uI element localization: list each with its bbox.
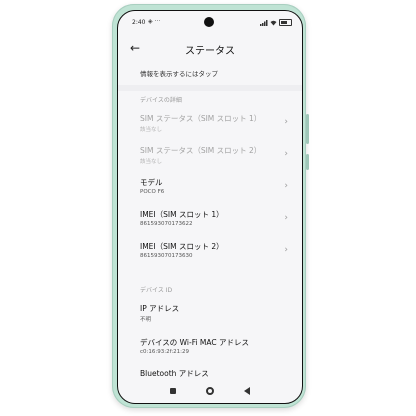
chevron-right-icon: ›: [284, 117, 288, 127]
row-value: 該当なし: [140, 127, 163, 133]
wifi-icon: [270, 20, 277, 25]
row-label: SIM ステータス（SIM スロット 1）: [140, 114, 262, 123]
battery-icon: [279, 19, 292, 26]
row-value: 該当なし: [140, 159, 163, 165]
row-label: モデル: [140, 178, 163, 187]
chevron-right-icon: ›: [284, 245, 288, 255]
row-model[interactable]: モデル POCO F6 ›: [140, 177, 288, 205]
page-title: ステータス: [185, 46, 235, 57]
header: ← ステータス: [118, 39, 302, 61]
navigation-bar: [118, 379, 302, 403]
status-icons: [260, 19, 292, 26]
hint-text: 情報を表示するにはタップ: [140, 70, 218, 78]
row-imei-2[interactable]: IMEI（SIM スロット 2） 861593070173630 ›: [140, 241, 288, 269]
row-label: Bluetooth アドレス: [140, 369, 209, 378]
section-device-details: デバイスの詳細: [140, 97, 182, 104]
row-wifi-mac[interactable]: デバイスの Wi-Fi MAC アドレス c0:16:93:2f:21:29: [140, 337, 288, 365]
row-label: IMEI（SIM スロット 1）: [140, 210, 224, 219]
row-imei-1[interactable]: IMEI（SIM スロット 1） 861593070173622 ›: [140, 209, 288, 237]
screen: 2:40 ◈ ··· ← ステータス 情報を表示するにはタップ デバイスの詳細 …: [117, 10, 303, 404]
row-label: IP アドレス: [140, 304, 180, 313]
status-time: 2:40: [132, 19, 146, 26]
row-sim-status-1[interactable]: SIM ステータス（SIM スロット 1） 該当なし ›: [140, 113, 288, 141]
power-button: [306, 154, 309, 170]
chevron-right-icon: ›: [284, 213, 288, 223]
notification-icons: ◈ ···: [148, 18, 161, 25]
row-label: デバイスの Wi-Fi MAC アドレス: [140, 338, 250, 347]
signal-icon: [260, 19, 268, 26]
row-value: c0:16:93:2f:21:29: [140, 349, 190, 355]
front-camera: [204, 17, 214, 27]
volume-button: [306, 114, 309, 144]
row-value: 861593070173622: [140, 221, 193, 227]
chevron-right-icon: ›: [284, 149, 288, 159]
phone-frame: 2:40 ◈ ··· ← ステータス 情報を表示するにはタップ デバイスの詳細 …: [112, 4, 309, 408]
back-triangle-icon[interactable]: [244, 387, 250, 395]
chevron-right-icon: ›: [284, 181, 288, 191]
home-icon[interactable]: [206, 387, 214, 395]
row-value: POCO F6: [140, 189, 165, 195]
section-divider: [118, 85, 302, 91]
row-sim-status-2[interactable]: SIM ステータス（SIM スロット 2） 該当なし ›: [140, 145, 288, 173]
row-value: 不明: [140, 317, 152, 323]
row-label: SIM ステータス（SIM スロット 2）: [140, 146, 262, 155]
status-bar: 2:40 ◈ ···: [118, 11, 302, 31]
row-label: IMEI（SIM スロット 2）: [140, 242, 224, 251]
section-device-id: デバイス ID: [140, 287, 173, 294]
row-value: 861593070173630: [140, 253, 193, 259]
row-ip-address[interactable]: IP アドレス 不明: [140, 303, 288, 331]
recents-icon[interactable]: [170, 388, 176, 394]
